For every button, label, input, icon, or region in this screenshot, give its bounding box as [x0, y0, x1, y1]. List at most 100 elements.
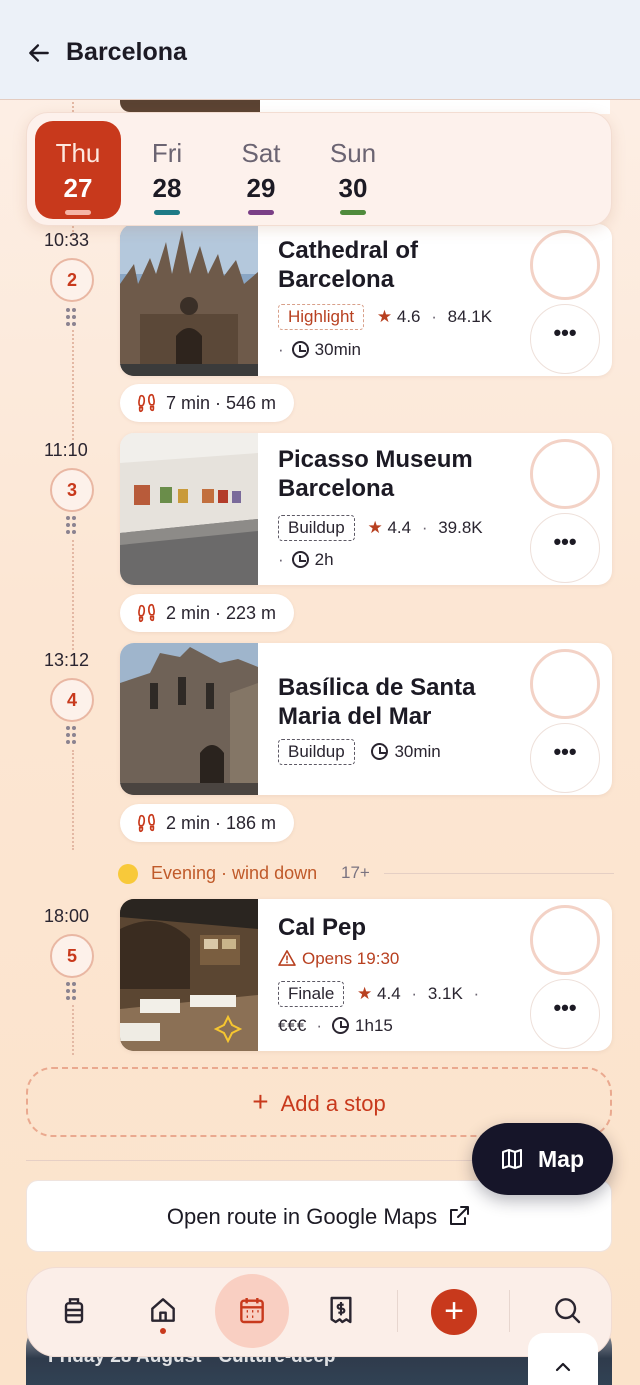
- stop-card[interactable]: Picasso Museum Barcelona Buildup ★ 4.4 ·…: [120, 433, 612, 585]
- day-number: 29: [246, 173, 276, 203]
- calendar-icon[interactable]: [236, 1294, 268, 1326]
- review-count: 3.1K: [427, 984, 463, 1003]
- day-selector: Thu 27 Fri 28 Sat 29 Sun 30: [26, 112, 612, 226]
- divider-line: [384, 873, 614, 874]
- star-icon: ★: [367, 518, 383, 537]
- stop-card[interactable]: Cal Pep Opens 19:30 Finale ★ 4.4 · 3.1K …: [120, 899, 612, 1051]
- stop-title-line: Basílica de Santa: [278, 674, 476, 701]
- more-options-button[interactable]: •••: [530, 304, 600, 374]
- rating: 4.4: [387, 518, 412, 537]
- day-tab-thu[interactable]: Thu 27: [35, 121, 121, 219]
- drag-handle-icon[interactable]: [66, 308, 78, 328]
- stop-title-line: Cal Pep: [278, 914, 367, 941]
- day-number: 27: [63, 173, 93, 203]
- drag-handle-icon[interactable]: [66, 726, 78, 746]
- opening-warning: Opens 19:30: [278, 949, 399, 969]
- clock-icon: [291, 341, 309, 358]
- walk-label: 2 min · 186 m: [166, 813, 277, 833]
- day-tab-fri[interactable]: Fri 28: [124, 121, 210, 219]
- stop-number: 5: [50, 934, 94, 978]
- luggage-icon[interactable]: [58, 1294, 90, 1326]
- duration: 30min: [314, 340, 361, 359]
- more-options-button[interactable]: •••: [530, 723, 600, 793]
- star-icon: ★: [376, 307, 393, 326]
- app-header: Barcelona: [0, 0, 640, 100]
- check-ring[interactable]: [530, 905, 600, 975]
- day-name: Sat: [241, 138, 281, 168]
- stop-title-line: Maria del Mar: [278, 703, 432, 730]
- check-ring[interactable]: [530, 230, 600, 300]
- basilica-photo: [120, 643, 258, 795]
- stop-tag: Buildup: [278, 739, 355, 765]
- more-options-button[interactable]: •••: [530, 513, 600, 583]
- duration: 2h: [314, 550, 334, 569]
- active-indicator-dot: [160, 1328, 166, 1334]
- cathedral-photo: [120, 224, 258, 376]
- stop-number: 3: [50, 468, 94, 512]
- collapse-button[interactable]: [528, 1333, 598, 1385]
- receipt-icon[interactable]: [325, 1294, 357, 1326]
- add-stop-label: Add a stop: [280, 1091, 386, 1116]
- stop-title-line: Barcelona: [278, 266, 395, 293]
- drag-handle-icon[interactable]: [66, 982, 78, 1002]
- more-options-button[interactable]: •••: [530, 979, 600, 1049]
- chevron-up-icon: [555, 1362, 571, 1372]
- footsteps-icon: [138, 813, 155, 833]
- stop-title: Basílica de Santa Maria del Mar: [278, 673, 528, 731]
- stop-card[interactable]: Cathedral of Barcelona Highlight ★ 4.6 ·…: [120, 224, 612, 376]
- restaurant-photo: [120, 899, 258, 1051]
- check-ring[interactable]: [530, 649, 600, 719]
- drag-handle-icon[interactable]: [66, 516, 78, 536]
- search-icon[interactable]: [551, 1294, 583, 1326]
- clock-icon: [291, 551, 309, 568]
- add-button[interactable]: +: [431, 1289, 477, 1335]
- nav-separator: [397, 1290, 398, 1332]
- home-icon[interactable]: [147, 1294, 179, 1326]
- stop-title-line: Barcelona: [278, 475, 395, 502]
- day-color-bar: [248, 210, 274, 215]
- stop-title-line: Picasso Museum: [278, 446, 473, 473]
- timeline-line: [72, 750, 74, 850]
- stop-time: 10:33: [44, 230, 90, 250]
- stop-card[interactable]: Basílica de Santa Maria del Mar Buildup …: [120, 643, 612, 795]
- walk-segment[interactable]: 2 min · 186 m: [120, 804, 295, 842]
- stop-time: 13:12: [44, 650, 90, 670]
- stop-duration-row: · 2h: [278, 550, 334, 569]
- museum-photo: [120, 433, 258, 585]
- timeline-line: [72, 1005, 74, 1055]
- duration: 30min: [394, 742, 441, 761]
- back-arrow-icon[interactable]: [26, 40, 52, 66]
- day-color-bar: [340, 210, 366, 215]
- check-ring[interactable]: [530, 439, 600, 509]
- duration: 1h15: [355, 1016, 393, 1035]
- walk-segment[interactable]: 7 min · 546 m: [120, 384, 295, 422]
- footsteps-icon: [138, 603, 155, 623]
- warning-text: Opens 19:30: [302, 949, 400, 968]
- stop-time: 18:00: [44, 906, 90, 926]
- stop-tag: Finale: [278, 981, 345, 1007]
- stop-meta: Highlight ★ 4.6 · 84.1K: [278, 304, 492, 330]
- day-name: Thu: [55, 138, 101, 168]
- bottom-navigation: +: [26, 1267, 612, 1357]
- day-name: Sun: [329, 138, 377, 168]
- day-tab-sat[interactable]: Sat 29: [218, 121, 304, 219]
- day-number: 28: [152, 173, 182, 203]
- nav-separator: [509, 1290, 510, 1332]
- stop-meta: Buildup 30min: [278, 739, 441, 765]
- timeline-line: [72, 540, 74, 650]
- section-label: Evening · wind down: [151, 863, 318, 883]
- google-maps-label: Open route in Google Maps: [166, 1204, 438, 1229]
- stop-number: 2: [50, 258, 94, 302]
- walk-segment[interactable]: 2 min · 223 m: [120, 594, 295, 632]
- stop-price-duration: €€€ · 1h15: [278, 1016, 393, 1035]
- stop-meta: Finale ★ 4.4 · 3.1K ·: [278, 981, 485, 1007]
- stop-meta: Buildup ★ 4.4 · 39.8K: [278, 515, 483, 541]
- warning-icon: [278, 950, 296, 966]
- stop-time: 11:10: [44, 440, 88, 460]
- day-tab-sun[interactable]: Sun 30: [310, 121, 396, 219]
- plus-icon: +: [252, 1086, 269, 1117]
- map-button-label: Map: [538, 1146, 584, 1172]
- map-button[interactable]: Map: [472, 1123, 613, 1195]
- rating: 4.6: [396, 307, 421, 326]
- page-title: Barcelona: [66, 38, 187, 66]
